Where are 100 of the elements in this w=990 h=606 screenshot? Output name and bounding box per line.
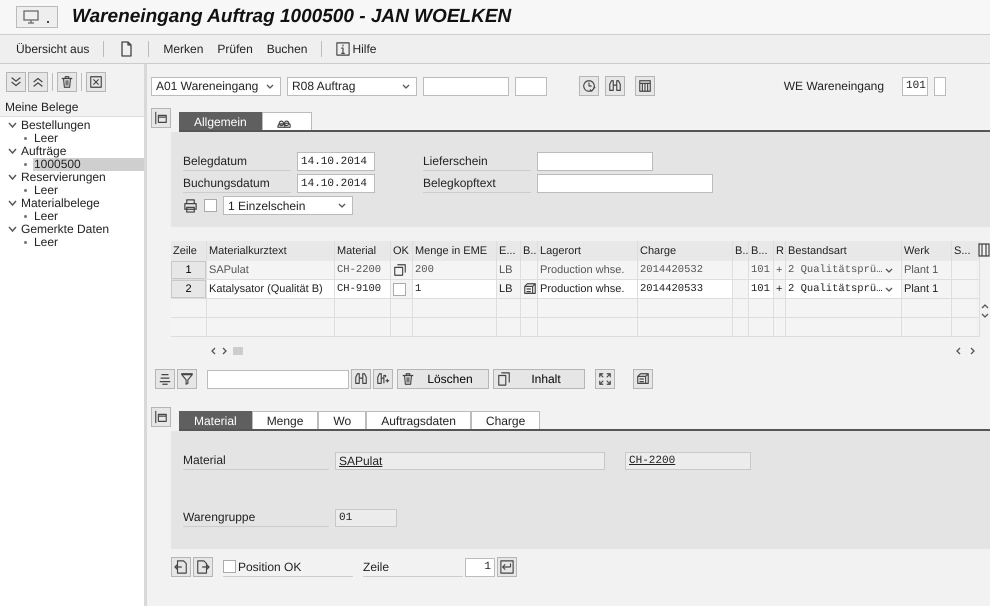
column-header[interactable]: B...	[749, 241, 774, 261]
expand-arrows-icon	[598, 372, 612, 386]
expand-all-button[interactable]	[6, 72, 26, 92]
collapse-all-button[interactable]	[28, 72, 48, 92]
toolbar-button[interactable]: Prüfen	[213, 42, 257, 56]
tab[interactable]: Menge	[252, 411, 318, 429]
help-button[interactable]: Hilfe	[332, 42, 380, 56]
column-header[interactable]: Werk	[902, 241, 952, 261]
column-header[interactable]: E...	[497, 241, 521, 261]
column-header[interactable]: B..	[521, 241, 538, 261]
ok-checkbox[interactable]	[393, 282, 406, 296]
tab[interactable]: Charge	[470, 411, 540, 429]
find-next-button[interactable]	[373, 369, 393, 389]
panel-toggle-button[interactable]	[151, 407, 171, 427]
line-number-field[interactable]: 1	[465, 558, 495, 576]
close-button[interactable]	[86, 72, 106, 92]
date-field[interactable]: 14.10.2014	[297, 174, 375, 193]
tree-item[interactable]: Leer	[33, 210, 62, 223]
column-header[interactable]: Bestandsart	[786, 241, 902, 261]
special-stock-field[interactable]	[934, 76, 946, 96]
tab[interactable]: Auftragsdaten	[366, 411, 471, 429]
tree-item[interactable]: 1000500	[33, 158, 144, 171]
filter-button[interactable]	[177, 369, 197, 389]
toolbar-button[interactable]: Löschen	[397, 369, 489, 389]
clock-check-icon	[582, 79, 596, 93]
panel-toggle-icon	[154, 111, 168, 125]
tab[interactable]: Allgemein	[179, 112, 262, 130]
table-cell	[902, 299, 952, 318]
toolbar-button[interactable]: Übersicht aus	[12, 42, 94, 56]
system-menu-button[interactable]	[16, 6, 58, 28]
tree-node[interactable]: Bestellungen	[0, 119, 144, 132]
row-selector[interactable]: 1	[171, 261, 206, 279]
print-option-dropdown[interactable]: 1 Einzelschein	[223, 196, 353, 215]
tree-item[interactable]: Leer	[33, 236, 62, 249]
screen-icon	[23, 10, 39, 24]
chevron-down-icon[interactable]	[8, 200, 17, 207]
column-header[interactable]: Material	[335, 241, 391, 261]
column-header[interactable]: Zeile	[171, 241, 207, 261]
toolbar-button[interactable]: Inhalt	[493, 369, 585, 389]
tab[interactable]: Material	[179, 411, 252, 429]
tree-node[interactable]: Aufträge	[0, 145, 144, 158]
chevron-down-icon[interactable]	[8, 226, 17, 233]
delete-button[interactable]	[57, 72, 77, 92]
action-dropdown[interactable]: A01 Wareneingang	[151, 76, 281, 96]
position-ok-checkbox[interactable]	[223, 560, 236, 573]
tree-node[interactable]: Gemerkte Daten	[0, 223, 144, 236]
column-header[interactable]: Materialkurztext	[207, 241, 335, 261]
sort-button[interactable]	[155, 369, 175, 389]
column-settings-icon[interactable]	[978, 243, 990, 257]
expand-button[interactable]	[595, 369, 615, 389]
text-field[interactable]	[537, 152, 653, 171]
page-left-icon	[174, 560, 188, 574]
document-number-field[interactable]	[423, 76, 509, 96]
chevron-down-icon[interactable]	[8, 174, 17, 181]
table-cell	[749, 299, 774, 318]
movement-type-field[interactable]: 101	[902, 76, 928, 96]
tab[interactable]: Wo	[318, 411, 366, 429]
tree-item[interactable]: Leer	[33, 132, 62, 145]
reference-dropdown[interactable]: R08 Auftrag	[287, 76, 417, 96]
tree-node[interactable]: Reservierungen	[0, 171, 144, 184]
execute-button[interactable]	[579, 76, 599, 96]
date-field[interactable]: 14.10.2014	[297, 152, 375, 171]
tree-item[interactable]: Leer	[33, 184, 62, 197]
table-cell	[733, 299, 749, 318]
stock-type-dropdown[interactable]: 2 Qualitätsprü…	[788, 264, 893, 276]
toolbar-button[interactable]: Merken	[159, 42, 208, 56]
chevron-down-icon[interactable]	[8, 122, 17, 129]
text-field[interactable]	[537, 174, 713, 193]
tree-node[interactable]: Materialbelege	[0, 197, 144, 210]
toolbar-button[interactable]: Buchen	[262, 42, 312, 56]
column-header[interactable]: B..	[733, 241, 749, 261]
search-field[interactable]	[207, 370, 349, 388]
column-header[interactable]: S...	[952, 241, 980, 261]
column-header[interactable]: Menge in EME	[413, 241, 497, 261]
print-checkbox[interactable]	[204, 199, 217, 212]
column-header[interactable]: Charge	[638, 241, 733, 261]
printer-icon[interactable]	[183, 198, 198, 213]
field-label: Lieferschein	[423, 152, 531, 171]
grid-button[interactable]	[635, 76, 655, 96]
previous-item-button[interactable]	[171, 557, 191, 577]
search-button[interactable]	[605, 76, 625, 96]
column-header[interactable]: OK	[391, 241, 413, 261]
storage-button[interactable]	[633, 369, 653, 389]
find-button[interactable]	[351, 369, 371, 389]
go-to-line-button[interactable]	[497, 557, 517, 577]
row-selector[interactable]: 2	[171, 280, 206, 298]
chevron-down-icon[interactable]	[8, 148, 17, 155]
copy-icon[interactable]	[393, 263, 407, 277]
scroll-arrows-icon[interactable]	[211, 346, 245, 356]
next-item-button[interactable]	[193, 557, 213, 577]
table-cell	[497, 299, 521, 318]
grid-icon	[638, 79, 652, 93]
stock-type-dropdown[interactable]: 2 Qualitätsprü…	[788, 283, 893, 295]
column-header[interactable]: Lagerort	[538, 241, 638, 261]
scroll-arrows-icon[interactable]	[956, 346, 976, 356]
column-header[interactable]: R	[774, 241, 786, 261]
panel-toggle-button[interactable]	[151, 108, 171, 128]
item-field[interactable]	[515, 76, 547, 96]
table-cell: Plant 1	[902, 280, 952, 299]
tab[interactable]	[262, 112, 312, 130]
